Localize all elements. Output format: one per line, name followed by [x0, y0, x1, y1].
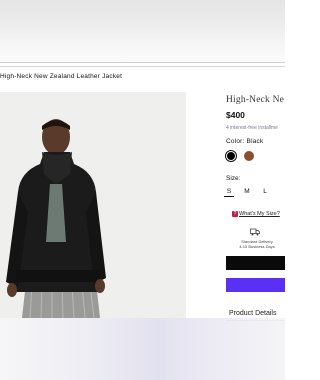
express-checkout-button[interactable] — [226, 278, 285, 292]
truck-icon — [250, 228, 260, 236]
header-divider — [0, 66, 285, 67]
size-option-m[interactable]: M — [242, 188, 252, 195]
delivery-time: 4-15 Business Days — [239, 243, 275, 249]
size-help-icon: ? — [232, 211, 238, 217]
color-swatch-brown[interactable] — [244, 151, 254, 161]
product-price: $400 — [226, 110, 245, 120]
size-option-s[interactable]: S — [224, 188, 234, 197]
delivery-info: Standard Delivery 4-15 Business Days — [232, 239, 282, 249]
size-option-l[interactable]: L — [260, 188, 270, 195]
installments-text[interactable]: 4 interest-free installme — [226, 125, 278, 131]
breadcrumb-product-title: High-Neck New Zealand Leather Jacket — [0, 73, 123, 80]
browser-top-bar — [0, 0, 285, 63]
product-details-toggle[interactable]: Product Details — [229, 310, 276, 317]
product-image[interactable] — [0, 92, 186, 318]
size-help-link[interactable]: ? What's My Size? — [232, 211, 280, 217]
color-swatch-black[interactable] — [226, 151, 236, 161]
size-help-text: What's My Size? — [239, 211, 280, 217]
product-title: High-Neck Ne — [226, 95, 285, 105]
add-to-bag-button[interactable] — [226, 256, 285, 270]
color-label: Color: Black — [226, 138, 264, 145]
model-in-jacket-illustration — [0, 92, 186, 318]
page-bottom-fade — [0, 318, 285, 380]
size-label: Size: — [226, 175, 241, 182]
